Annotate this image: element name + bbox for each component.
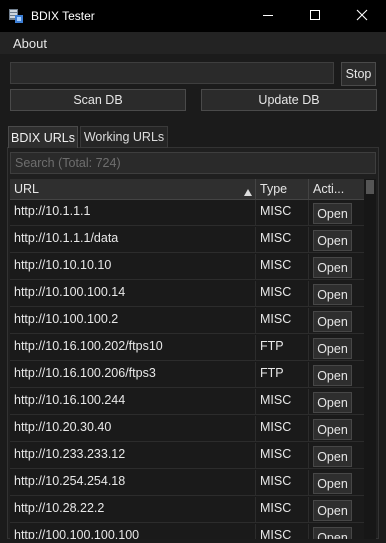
close-icon — [356, 9, 368, 24]
open-button[interactable]: Open — [313, 257, 352, 278]
table-row: http://10.16.100.244 MISC Open — [10, 389, 364, 415]
table-row: http://10.100.100.2 MISC Open — [10, 308, 364, 334]
action-cell: Open — [309, 200, 364, 226]
type-cell: MISC — [256, 254, 309, 280]
url-cell: http://10.100.100.2 — [10, 308, 256, 334]
type-cell: FTP — [256, 362, 309, 388]
table-row: http://10.254.254.18 MISC Open — [10, 470, 364, 496]
search-input[interactable]: Search (Total: 724) — [10, 152, 376, 174]
tab-bdix-urls[interactable]: BDIX URLs — [8, 126, 78, 148]
action-cell: Open — [309, 416, 364, 442]
type-cell: MISC — [256, 497, 309, 523]
action-cell: Open — [309, 443, 364, 469]
table-scrollbar[interactable] — [364, 179, 376, 539]
column-header-url-label: URL — [14, 182, 40, 196]
table-row: http://10.16.100.202/ftps10 FTP Open — [10, 335, 364, 361]
open-button[interactable]: Open — [313, 473, 352, 494]
action-cell: Open — [309, 335, 364, 361]
url-cell: http://10.100.100.14 — [10, 281, 256, 307]
table-row: http://10.233.233.12 MISC Open — [10, 443, 364, 469]
url-cell: http://10.10.10.10 — [10, 254, 256, 280]
window-title: BDIX Tester — [31, 9, 95, 23]
open-button[interactable]: Open — [313, 419, 352, 440]
url-cell: http://10.254.254.18 — [10, 470, 256, 496]
table-row: http://10.1.1.1/data MISC Open — [10, 227, 364, 253]
open-button[interactable]: Open — [313, 392, 352, 413]
minimize-button[interactable] — [245, 0, 291, 32]
column-header-type[interactable]: Type — [256, 179, 309, 199]
action-cell: Open — [309, 470, 364, 496]
title-bar: BDIX Tester — [0, 0, 386, 32]
type-cell: MISC — [256, 281, 309, 307]
table-row: http://10.16.100.206/ftps3 FTP Open — [10, 362, 364, 388]
scan-db-button[interactable]: Scan DB — [10, 89, 186, 111]
tab-working-urls[interactable]: Working URLs — [80, 126, 168, 148]
table-row: http://10.1.1.1 MISC Open — [10, 200, 364, 226]
minimize-icon — [262, 9, 274, 24]
update-db-button[interactable]: Update DB — [201, 89, 377, 111]
url-table: URL Type Acti... http://10.1.1.1 MISC Op… — [10, 179, 364, 539]
type-cell: MISC — [256, 200, 309, 226]
open-button[interactable]: Open — [313, 230, 352, 251]
open-button[interactable]: Open — [313, 365, 352, 386]
action-cell: Open — [309, 254, 364, 280]
type-cell: MISC — [256, 470, 309, 496]
url-cell: http://10.16.100.202/ftps10 — [10, 335, 256, 361]
action-cell: Open — [309, 362, 364, 388]
table-row: http://10.100.100.14 MISC Open — [10, 281, 364, 307]
url-cell: http://10.1.1.1/data — [10, 227, 256, 253]
stop-button[interactable]: Stop — [341, 62, 376, 86]
action-cell: Open — [309, 227, 364, 253]
menu-about[interactable]: About — [13, 36, 47, 51]
open-button[interactable]: Open — [313, 284, 352, 305]
url-cell: http://10.20.30.40 — [10, 416, 256, 442]
table-row: http://100.100.100.100 MISC Open — [10, 524, 364, 539]
action-cell: Open — [309, 281, 364, 307]
type-cell: MISC — [256, 416, 309, 442]
column-header-url[interactable]: URL — [10, 179, 256, 199]
action-cell: Open — [309, 308, 364, 334]
url-cell: http://10.1.1.1 — [10, 200, 256, 226]
column-header-action[interactable]: Acti... — [309, 179, 364, 199]
close-button[interactable] — [339, 0, 385, 32]
type-cell: MISC — [256, 389, 309, 415]
database-app-icon — [8, 8, 24, 24]
column-header-type-label: Type — [260, 182, 288, 196]
url-cell: http://10.16.100.206/ftps3 — [10, 362, 256, 388]
action-cell: Open — [309, 524, 364, 539]
table-row: http://10.28.22.2 MISC Open — [10, 497, 364, 523]
type-cell: MISC — [256, 524, 309, 539]
open-button[interactable]: Open — [313, 203, 352, 224]
column-header-action-label: Acti... — [313, 182, 345, 196]
sort-ascending-icon — [244, 185, 252, 199]
url-cell: http://10.28.22.2 — [10, 497, 256, 523]
action-cell: Open — [309, 497, 364, 523]
open-button[interactable]: Open — [313, 338, 352, 359]
type-cell: MISC — [256, 443, 309, 469]
menu-bar: About — [0, 32, 386, 54]
url-cell: http://100.100.100.100 — [10, 524, 256, 539]
open-button[interactable]: Open — [313, 311, 352, 332]
url-cell: http://10.233.233.12 — [10, 443, 256, 469]
open-button[interactable]: Open — [313, 527, 352, 539]
type-cell: FTP — [256, 335, 309, 361]
action-cell: Open — [309, 389, 364, 415]
url-input[interactable] — [10, 62, 334, 84]
table-row: http://10.10.10.10 MISC Open — [10, 254, 364, 280]
type-cell: MISC — [256, 308, 309, 334]
type-cell: MISC — [256, 227, 309, 253]
table-row: http://10.20.30.40 MISC Open — [10, 416, 364, 442]
open-button[interactable]: Open — [313, 446, 352, 467]
url-cell: http://10.16.100.244 — [10, 389, 256, 415]
maximize-button[interactable] — [292, 0, 338, 32]
open-button[interactable]: Open — [313, 500, 352, 521]
maximize-icon — [309, 9, 321, 24]
scrollbar-thumb[interactable] — [366, 180, 374, 194]
table-header: URL Type Acti... — [10, 179, 364, 200]
